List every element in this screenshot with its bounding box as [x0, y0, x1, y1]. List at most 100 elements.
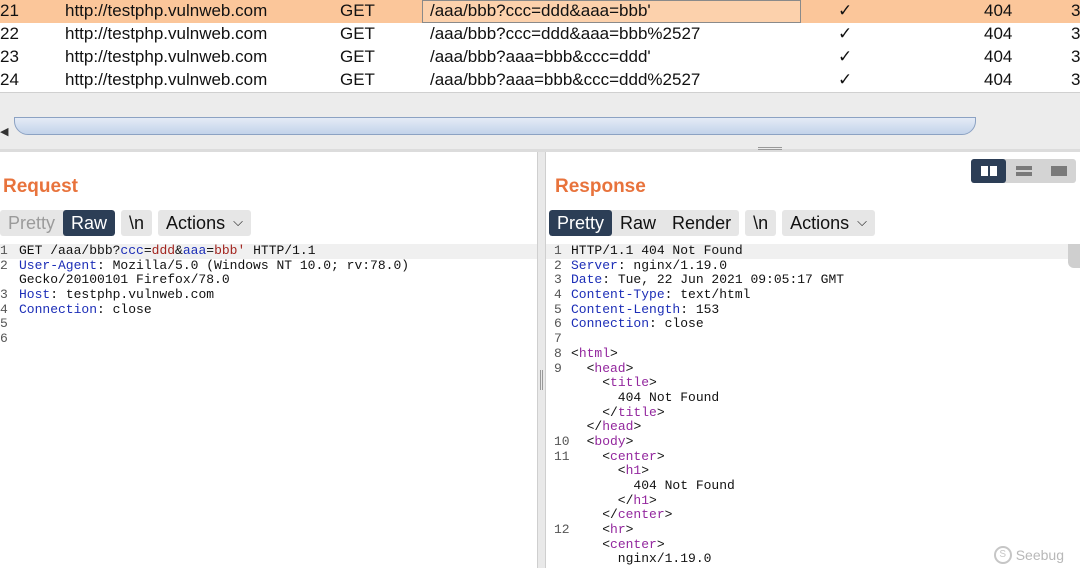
layout-single-pane-button[interactable]	[1041, 159, 1076, 183]
code-text: >	[625, 433, 634, 449]
code-text: <	[571, 536, 611, 552]
table-row[interactable]: 21 http://testphp.vulnweb.com GET/aaa/bbb?…	[0, 0, 1080, 23]
vertical-grip-icon[interactable]	[540, 370, 543, 390]
line-code: <html>	[571, 345, 618, 362]
header-name: aaa	[182, 243, 207, 258]
request-newline-toggle-group: \n	[121, 210, 153, 236]
code-line: 8 <html>	[546, 345, 1080, 362]
row-status: 404	[984, 70, 1013, 89]
line-code: </center>	[571, 508, 672, 523]
header-name: Connection	[19, 301, 98, 317]
code-text: </	[571, 507, 618, 523]
row-url: /aaa/bbb?ccc=ddd&aaa=bbb'	[430, 1, 651, 20]
code-text: 404 Not Found	[571, 478, 735, 493]
code-line: 5	[0, 317, 537, 332]
code-line: 2 Server: nginx/1.19.0	[546, 257, 1080, 274]
request-tab-raw[interactable]: Raw	[63, 210, 116, 236]
row-check-icon: ✓	[838, 24, 853, 43]
line-number: 2	[0, 257, 8, 273]
line-number: 10	[554, 433, 570, 449]
line-code: Host: testphp.vulnweb.com	[19, 287, 215, 303]
request-tab-pretty[interactable]: Pretty	[0, 210, 63, 236]
code-text: : nginx/1.19.0	[617, 257, 728, 273]
header-name: ccc	[120, 243, 144, 258]
code-text: </	[571, 404, 618, 420]
response-actions-group: Actions ⌵	[782, 210, 875, 236]
line-code: </head>	[571, 419, 642, 435]
response-tab-raw[interactable]: Raw	[612, 210, 664, 236]
scrollbar-thumb[interactable]	[14, 117, 976, 135]
code-text: >	[656, 448, 665, 464]
param-value: ddd	[151, 243, 176, 258]
response-editor[interactable]: 1 HTTP/1.1 404 Not Found 2 Server: nginx/1.…	[546, 243, 1080, 568]
line-code: </h1>	[571, 493, 657, 509]
request-view-tabs: Pretty Raw	[0, 210, 116, 236]
row-method: GET	[340, 70, 375, 89]
code-text: : text/html	[664, 287, 751, 303]
response-newline-toggle[interactable]: \n	[745, 210, 776, 236]
line-code: <h1>	[571, 463, 649, 479]
row-check-icon: ✓	[838, 47, 853, 66]
request-editor[interactable]: 1 GET /aaa/bbb?ccc=ddd&aaa=bbb' HTTP/1.1 2…	[0, 243, 537, 568]
response-vertical-scrollbar[interactable]	[1068, 244, 1080, 268]
layout-side-by-side-button[interactable]	[971, 159, 1006, 183]
line-code: nginx/1.19.0	[571, 552, 712, 567]
table-row[interactable]: 23 http://testphp.vulnweb.com GET/aaa/bbb?…	[0, 46, 1080, 69]
code-text: >	[656, 536, 665, 552]
header-name: Server	[571, 257, 618, 273]
request-actions-label: Actions	[166, 213, 226, 233]
vertical-split-divider[interactable]	[537, 152, 546, 568]
code-line: 3 Date: Tue, 22 Jun 2021 09:05:17 GMT	[546, 273, 1080, 288]
code-text: >	[610, 345, 618, 361]
code-line: 404 Not Found	[546, 390, 1080, 406]
response-view-tabs: Pretty Raw Render	[549, 210, 740, 236]
code-line: 11 <center>	[546, 448, 1080, 465]
row-url: /aaa/bbb?aaa=bbb&ccc=ddd%2527	[430, 70, 701, 89]
header-name: Content-Type	[571, 287, 665, 303]
line-code: Content-Length: 153	[571, 302, 719, 318]
response-tab-render[interactable]: Render	[664, 210, 739, 236]
line-code: </title>	[571, 404, 664, 421]
layout-top-bottom-button[interactable]	[1006, 159, 1041, 183]
request-tabs: Pretty Raw \n Actions ⌵	[0, 210, 251, 236]
line-number: 11	[554, 448, 570, 464]
html-tag-name: body	[594, 433, 626, 449]
watermark-text: Seebug	[1015, 547, 1064, 563]
table-row[interactable]: 22 http://testphp.vulnweb.com GET/aaa/bbb?…	[0, 23, 1080, 46]
top-bottom-layout-icon	[1015, 166, 1032, 176]
code-text: : testphp.vulnweb.com	[50, 287, 215, 303]
table-horizontal-scrollbar: ◀	[0, 92, 1080, 153]
code-text: >	[633, 419, 642, 435]
code-text: HTTP/1.1	[245, 243, 316, 258]
line-code: <center>	[571, 536, 665, 553]
response-tab-pretty[interactable]: Pretty	[549, 210, 613, 236]
line-code: GET /aaa/bbb?ccc=ddd&aaa=bbb' HTTP/1.1	[19, 243, 316, 259]
line-code: Connection: close	[19, 301, 152, 318]
row-number: 22	[0, 24, 19, 43]
scroll-left-arrow-icon[interactable]: ◀	[0, 125, 8, 138]
request-newline-toggle[interactable]: \n	[121, 210, 152, 236]
html-tag-name: center	[610, 536, 657, 552]
layout-toggles	[971, 159, 1076, 183]
line-number: 5	[0, 316, 8, 332]
code-line: 4 Connection: close	[0, 301, 537, 318]
code-line: 10 <body>	[546, 433, 1080, 450]
code-line: <h1>	[546, 463, 1080, 479]
code-text: >	[664, 507, 673, 523]
line-number: 3	[554, 272, 562, 288]
watermark: S Seebug	[993, 546, 1064, 564]
split-grip-icon[interactable]	[758, 147, 782, 150]
code-text: &	[175, 243, 183, 258]
code-text: <	[571, 448, 611, 464]
code-line: 7	[546, 331, 1080, 347]
request-actions-button[interactable]: Actions ⌵	[158, 210, 251, 236]
line-number: 5	[554, 301, 562, 317]
param-value: bbb'	[214, 243, 246, 258]
response-actions-button[interactable]: Actions ⌵	[782, 210, 875, 236]
line-code: Server: nginx/1.19.0	[571, 257, 728, 274]
code-text: </	[571, 419, 603, 435]
request-actions-group: Actions ⌵	[158, 210, 251, 236]
table-row[interactable]: 24 http://testphp.vulnweb.com GET/aaa/bbb?…	[0, 69, 1080, 92]
html-tag-name: head	[602, 419, 634, 435]
html-tag-name: head	[594, 360, 626, 376]
